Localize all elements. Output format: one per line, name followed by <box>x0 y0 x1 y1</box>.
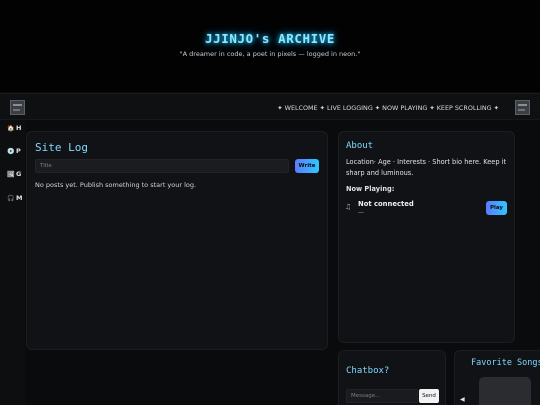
chatbox-card: Chatbox? Send <box>338 350 446 405</box>
now-playing-track: Not connected <box>358 200 414 208</box>
post-title-input[interactable] <box>35 159 289 173</box>
right-badge-image[interactable] <box>515 100 530 115</box>
sidebar-item-label: H <box>16 124 22 132</box>
album-art-placeholder[interactable] <box>479 377 531 405</box>
nav-bar: ✦ WELCOME ✦ LIVE LOGGING ✦ NOW PLAYING ✦… <box>0 93 540 120</box>
about-card: About Location· Age · Interests · Short … <box>338 131 515 343</box>
sidebar-item-label: G <box>16 170 22 178</box>
sidebar-item-posts[interactable]: 💿 P <box>7 146 25 156</box>
now-playing-artist: — <box>358 209 364 216</box>
now-playing-label: Now Playing: <box>346 185 395 193</box>
favorite-songs-card: Favorite Songs ◀ <box>454 350 540 405</box>
sidebar-item-label: P <box>16 147 21 155</box>
left-badge-image[interactable] <box>10 100 25 115</box>
sidebar: 🏠 H 💿 P 🖼 G 🎧 M <box>0 120 25 405</box>
sidebar-item-home[interactable]: 🏠 H <box>7 123 25 133</box>
play-button[interactable]: Play <box>486 201 507 215</box>
favorite-songs-title: Favorite Songs <box>471 358 540 368</box>
site-tagline: "A dreamer in code, a poet in pixels — l… <box>179 50 361 58</box>
about-title: About <box>346 141 374 151</box>
site-header: JJINJO's ARCHIVE "A dreamer in code, a p… <box>0 0 540 92</box>
home-icon: 🏠 <box>7 124 15 132</box>
gallery-icon: 🖼 <box>7 170 15 178</box>
about-bio: Location· Age · Interests · Short bio he… <box>346 158 507 177</box>
site-title: JJINJO's ARCHIVE <box>204 31 335 46</box>
sidebar-item-gallery[interactable]: 🖼 G <box>7 169 25 179</box>
chat-message-input[interactable] <box>346 389 418 403</box>
sidebar-item-label: M <box>16 194 23 202</box>
nav-marquee: ✦ WELCOME ✦ LIVE LOGGING ✦ NOW PLAYING ✦… <box>277 104 499 112</box>
write-button[interactable]: Write <box>295 159 319 173</box>
disc-icon: 💿 <box>7 147 15 155</box>
chatbox-title: Chatbox? <box>346 366 390 376</box>
previous-arrow-icon[interactable]: ◀ <box>460 396 465 403</box>
music-note-icon: ♫ <box>345 203 352 211</box>
site-log-title: Site Log <box>35 141 88 154</box>
sidebar-item-music[interactable]: 🎧 M <box>7 193 25 203</box>
empty-log-message: No posts yet. Publish something to start… <box>35 181 197 189</box>
send-button[interactable]: Send <box>419 389 439 403</box>
site-log-card: Site Log Write No posts yet. Publish som… <box>26 131 328 350</box>
headphones-icon: 🎧 <box>7 194 15 202</box>
